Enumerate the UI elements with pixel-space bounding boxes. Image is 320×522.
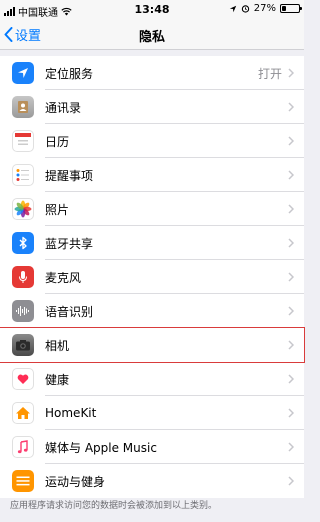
location-arrow-icon: [12, 62, 34, 84]
home-icon: [12, 402, 34, 424]
bluetooth-icon: [12, 232, 34, 254]
row-value: 打开: [257, 66, 282, 81]
location-status-icon: [229, 5, 236, 12]
status-bar: 中国联通 13:48 27%: [0, 0, 304, 20]
row-homekit[interactable]: HomeKit: [0, 396, 304, 430]
row-label: 运动与健身: [45, 474, 106, 489]
contacts-icon: [12, 96, 34, 118]
chevron-right-icon: [288, 340, 294, 350]
page-title: 隐私: [138, 30, 165, 45]
chevron-right-icon: [288, 204, 294, 214]
chevron-right-icon: [288, 170, 294, 180]
row-label: 提醒事项: [45, 168, 94, 183]
camera-icon: [12, 334, 34, 356]
row-health[interactable]: 健康: [0, 362, 304, 396]
chevron-right-icon: [288, 136, 294, 146]
row-label: 媒体与 Apple Music: [45, 440, 157, 455]
row-speech-recognition[interactable]: 语音识别: [0, 294, 304, 328]
chevron-right-icon: [288, 408, 294, 418]
row-microphone[interactable]: 麦克风: [0, 260, 304, 294]
row-label: 通讯录: [45, 100, 82, 115]
footer-note: 应用程序请求访问您的数据时会被添加到以上类别。: [10, 501, 218, 511]
row-label: 日历: [45, 134, 70, 149]
alarm-icon: [241, 5, 249, 13]
battery-percent: 27%: [253, 3, 276, 14]
photos-icon: [12, 198, 34, 220]
row-reminders[interactable]: 提醒事项: [0, 158, 304, 192]
row-label: 照片: [45, 202, 70, 217]
row-label: 健康: [45, 372, 70, 387]
reminders-icon: [12, 164, 34, 186]
chevron-right-icon: [288, 442, 294, 452]
privacy-category-list: 定位服务 打开 通讯录 日历 提醒事项 照片 蓝牙共享 麦克风 语音识别 相机 …: [0, 56, 305, 498]
chevron-right-icon: [288, 68, 294, 78]
chevron-right-icon: [288, 102, 294, 112]
heart-icon: [12, 368, 34, 390]
row-motion-fitness[interactable]: 运动与健身: [0, 464, 304, 498]
row-photos[interactable]: 照片: [0, 192, 304, 226]
battery-icon: [280, 4, 302, 13]
row-label: HomeKit: [45, 406, 97, 420]
fitness-icon: [12, 470, 34, 492]
microphone-icon: [12, 266, 34, 288]
row-label: 麦克风: [45, 270, 82, 285]
row-bluetooth-sharing[interactable]: 蓝牙共享: [0, 226, 304, 260]
row-contacts[interactable]: 通讯录: [0, 90, 304, 124]
row-label: 相机: [45, 338, 70, 353]
row-media-apple-music[interactable]: 媒体与 Apple Music: [0, 430, 304, 464]
row-camera[interactable]: 相机: [0, 327, 305, 363]
row-label: 语音识别: [45, 304, 94, 319]
calendar-icon: [12, 130, 34, 152]
chevron-right-icon: [288, 306, 294, 316]
row-label: 定位服务: [45, 66, 94, 81]
chevron-right-icon: [288, 238, 294, 248]
waveform-icon: [12, 300, 34, 322]
chevron-right-icon: [288, 476, 294, 486]
navigation-bar: 设置 隐私: [0, 20, 304, 50]
chevron-right-icon: [288, 374, 294, 384]
chevron-right-icon: [288, 272, 294, 282]
row-location-services[interactable]: 定位服务 打开: [0, 56, 304, 90]
row-calendar[interactable]: 日历: [0, 124, 304, 158]
music-note-icon: [12, 436, 34, 458]
row-label: 蓝牙共享: [45, 236, 94, 251]
